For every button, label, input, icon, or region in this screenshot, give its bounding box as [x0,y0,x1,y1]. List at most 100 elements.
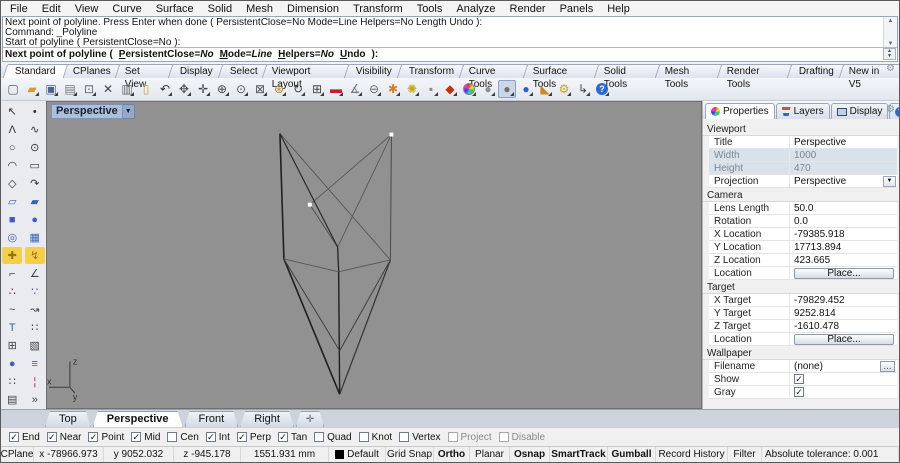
zoom-dynamic-icon[interactable]: ⊙ [232,80,250,98]
toolbar-tab-cplanes[interactable]: CPlanes [60,64,123,78]
curve-boolean-icon[interactable]: ∴ [2,283,22,300]
osnap-checkbox[interactable]: ✓ [236,432,247,442]
paste-icon[interactable]: ▯ [137,80,155,98]
status-filter[interactable]: Filter [728,447,762,462]
osnap-mid[interactable]: ✓ Mid [131,432,160,443]
ellipse-icon[interactable]: ⊙ [25,139,45,156]
pan-icon[interactable]: ✥ [175,80,193,98]
point-icon[interactable]: • [25,103,45,120]
viewport-title-dropdown-icon[interactable]: ▼ [122,104,135,119]
osnap-vertex[interactable]: Vertex [399,432,441,443]
surface-points-icon[interactable]: ▱ [2,193,22,210]
render-preview-icon[interactable]: ◣ [536,80,554,98]
viewport-tab-perspective[interactable]: Perspective [93,411,183,427]
chamfer-icon[interactable]: ∠ [25,265,45,282]
control-point[interactable] [389,132,394,137]
toolbar-tab-curve-tools[interactable]: Curve Tools [458,64,531,90]
arc-icon[interactable]: ◠ [2,157,22,174]
osnap-int[interactable]: ✓ Int [205,432,230,443]
viewport-title[interactable]: Perspective [51,104,123,119]
osnap-checkbox[interactable] [399,432,410,442]
command-area[interactable]: Next point of polyline. Press Enter when… [2,16,898,62]
osnap-checkbox[interactable] [314,432,325,442]
named-view-icon[interactable]: ▤ [2,391,22,408]
toolbar-tab-standard[interactable]: Standard [2,64,68,78]
move-icon[interactable]: ✛ [194,80,212,98]
command-spinner[interactable]: ▲ ▼ [883,48,896,60]
dropdown-arrow-icon[interactable]: ▼ [883,175,896,187]
osnap-disable[interactable]: Disable [498,432,545,443]
status-gumball[interactable]: Gumball [608,447,656,462]
viewport-tab-top[interactable]: Top [45,411,91,427]
osnap-checkbox[interactable]: ✓ [88,432,99,442]
help-icon[interactable]: ? [593,80,611,98]
rotate-view-icon[interactable]: ↻ [289,80,307,98]
property-value[interactable]: Perspective ▼ [789,175,897,187]
property-value[interactable]: 0.0 [789,215,897,227]
print-icon[interactable]: ▤ [61,80,79,98]
menu-dimension[interactable]: Dimension [280,2,346,16]
toolbar-gear-icon[interactable]: ⚙ [886,64,895,74]
place-button[interactable]: Place... [794,267,894,279]
point-cloud-icon[interactable]: ∵ [25,283,45,300]
points-on-icon[interactable]: ∷ [25,319,45,336]
status-ortho[interactable]: Ortho [434,447,470,462]
place-button[interactable]: Place... [794,333,894,345]
sphere-icon[interactable]: ● [25,211,45,228]
checkbox[interactable]: ✓ [794,374,804,384]
osnap-point[interactable]: ✓ Point [88,432,124,443]
toolbar-tab-solid-tools[interactable]: Solid Tools [594,64,663,90]
menu-edit[interactable]: Edit [35,2,68,16]
extend-curve-icon[interactable]: ↝ [25,301,45,318]
property-value[interactable]: 9252.814 [789,307,897,319]
property-value[interactable]: ✓ [789,373,897,385]
polygon-icon[interactable]: ◇ [2,175,22,192]
control-point[interactable] [307,202,312,207]
lock-icon[interactable]: ▪ [422,80,440,98]
panel-tab-display[interactable]: Display [830,103,889,119]
history-icon[interactable]: ↳ [574,80,592,98]
prompt-option-helpers[interactable]: Helpers=No [278,49,334,60]
property-value[interactable]: -79385.918 [789,228,897,240]
viewport-layout-icon[interactable]: ⊞ [308,80,326,98]
pointer-icon[interactable]: ↖ [2,103,22,120]
osnap-checkbox[interactable]: ✓ [205,432,216,442]
export-icon[interactable]: ⊡ [80,80,98,98]
zoom-window-icon[interactable]: ⊠ [251,80,269,98]
osnap-checkbox[interactable]: ✓ [9,432,19,442]
menu-view[interactable]: View [68,2,106,16]
osnap-tan[interactable]: ✓ Tan [278,432,307,443]
light-icon[interactable]: ✺ [403,80,421,98]
osnap-checkbox[interactable]: ✓ [131,432,142,442]
curve-blend-icon[interactable]: ↷ [25,175,45,192]
osnap-checkbox[interactable] [498,432,509,442]
osnap-quad[interactable]: Quad [314,432,352,443]
osnap-checkbox[interactable] [447,432,458,442]
toolbar-tab-visibility[interactable]: Visibility [343,64,404,78]
osnap-cen[interactable]: Cen [167,432,199,443]
box-icon[interactable]: ■ [2,211,22,228]
rebuild-curve-icon[interactable]: ~ [2,301,22,318]
display-shaded-icon[interactable]: ● [498,80,516,98]
toolbar-tab-set-view[interactable]: Set View [115,64,176,90]
layers-icon[interactable]: ◆ [441,80,459,98]
viewport-title-group[interactable]: Perspective ▼ [51,104,135,119]
zoom-selected-icon[interactable]: ⊛ [270,80,288,98]
render-icon[interactable]: ● [517,80,535,98]
property-value[interactable]: Perspective [789,136,897,148]
osnap-checkbox[interactable]: ✓ [278,432,289,442]
menu-help[interactable]: Help [600,2,637,16]
zoom-icon[interactable]: ⊕ [213,80,231,98]
toolbar-tab-viewport-layout[interactable]: Viewport Layout [262,64,351,90]
options-icon[interactable]: ⚙ [555,80,573,98]
osnap-checkbox[interactable]: ✓ [46,432,57,442]
display-wireframe-icon[interactable]: ● [479,80,497,98]
menu-transform[interactable]: Transform [346,2,410,16]
property-value[interactable]: ✓ [789,386,897,398]
open-file-icon[interactable]: ▰ [23,80,41,98]
save-icon[interactable]: ▣ [42,80,60,98]
cut-icon[interactable]: ✕ [99,80,117,98]
array-icon[interactable]: ∷ [2,373,22,390]
menu-curve[interactable]: Curve [105,2,148,16]
torus-icon[interactable]: ◎ [2,229,22,246]
